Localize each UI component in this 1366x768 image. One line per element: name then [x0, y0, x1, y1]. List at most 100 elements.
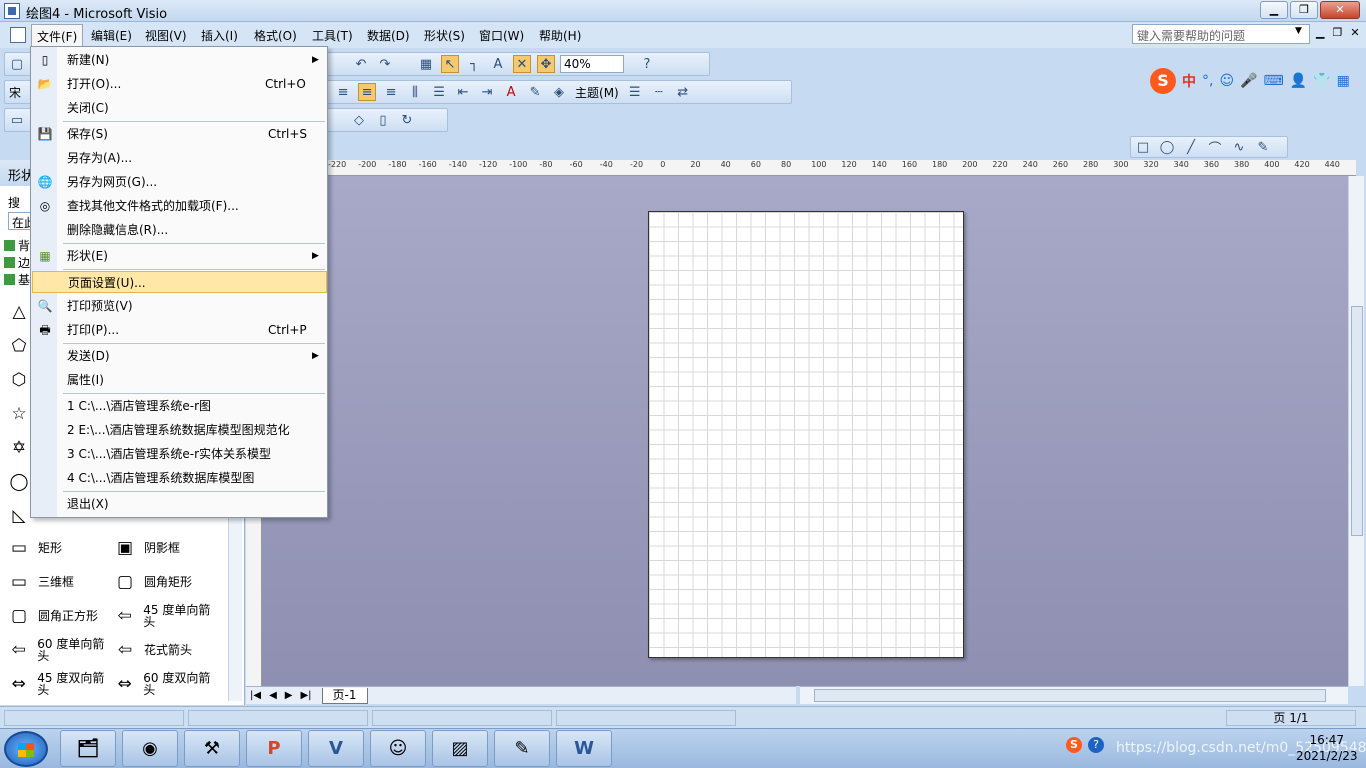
menu-view[interactable]: 视图(V) [145, 27, 187, 44]
doc-restore-button[interactable]: ❐ [1332, 26, 1342, 39]
emoji-icon[interactable]: ☺ [1219, 73, 1234, 89]
shape-item[interactable]: ⇦ 花式箭头 [112, 634, 220, 666]
line-color-icon[interactable]: ✎ [526, 83, 544, 101]
punctuation-icon[interactable]: °, [1202, 73, 1213, 89]
shape-item[interactable]: ⇔ 45 度双向箭头 [6, 668, 114, 700]
menu-item-print[interactable]: 🖶 打印(P)... Ctrl+P [32, 319, 327, 341]
menu-item-remove-hidden[interactable]: 删除隐藏信息(R)... [32, 219, 327, 241]
align-left-icon[interactable]: ≡ [334, 83, 352, 101]
rectangle-tool-icon[interactable]: □ [1134, 138, 1152, 156]
notes-icon[interactable]: ✎ [494, 730, 550, 767]
microphone-icon[interactable]: 🎤 [1240, 73, 1257, 89]
arc-tool-icon[interactable]: ⌒ [1206, 138, 1224, 157]
zoom-dropdown[interactable]: 40% [560, 55, 624, 73]
new-icon[interactable]: ▢ [8, 55, 26, 73]
document-icon[interactable] [10, 27, 26, 43]
word-icon[interactable]: W [556, 730, 612, 767]
menu-item-recent-file[interactable]: 3 C:\...\酒店管理系统e-r实体关系模型 [32, 443, 327, 465]
font-name-box[interactable]: 宋 [9, 84, 21, 101]
menu-item-close[interactable]: 关闭(C) [32, 97, 327, 119]
chinese-mode-icon[interactable]: 中 [1182, 71, 1196, 91]
menu-item-recent-file[interactable]: 2 E:\...\酒店管理系统数据库模型图规范化 [32, 419, 327, 441]
visio-app-icon[interactable] [4, 3, 20, 19]
menu-tools[interactable]: 工具(T) [312, 27, 353, 44]
user-icon[interactable]: 👤 [1290, 73, 1307, 89]
connector-tool-icon[interactable]: ┐ [465, 55, 483, 73]
fill-color-icon[interactable]: ◈ [550, 83, 568, 101]
menu-format[interactable]: 格式(O) [254, 27, 297, 44]
menu-item-exit[interactable]: 退出(X) [32, 493, 327, 515]
user-icon[interactable]: ☺ [370, 730, 426, 767]
shape-item[interactable]: ▭ 矩形 [6, 532, 114, 564]
first-page-icon[interactable]: |◀ [250, 690, 261, 701]
menu-window[interactable]: 窗口(W) [479, 27, 524, 44]
shape-item[interactable]: ▢ 圆角矩形 [112, 566, 220, 598]
menu-insert[interactable]: 插入(I) [201, 27, 238, 44]
shape-item[interactable]: ⇔ 60 度双向箭头 [112, 668, 220, 700]
blank-shape-icon[interactable]: ▭ [8, 111, 26, 129]
pencil-tool-icon[interactable]: ✎ [1254, 138, 1272, 156]
menu-item-save-web[interactable]: 🌐 另存为网页(G)... [32, 171, 327, 193]
menu-item-print-preview[interactable]: 🔍 打印预览(V) [32, 295, 327, 317]
tools-icon[interactable]: ⚒ [184, 730, 240, 767]
drawing-page[interactable] [648, 211, 964, 658]
font-color-icon[interactable]: A [502, 83, 520, 101]
chevron-down-icon[interactable]: ▼ [1295, 26, 1302, 36]
help-icon[interactable]: ? [638, 55, 656, 73]
layer-icon[interactable]: ◇ [350, 111, 368, 129]
freeform-tool-icon[interactable]: ∿ [1230, 138, 1248, 156]
shape-item[interactable]: ▭ 三维框 [6, 566, 114, 598]
shape-item[interactable]: ⇦ 45 度单向箭头 [112, 600, 220, 632]
menu-item-properties[interactable]: 属性(I) [32, 369, 327, 391]
shape-item[interactable]: ▢ 圆角正方形 [6, 600, 114, 632]
menu-help[interactable]: 帮助(H) [539, 27, 581, 44]
align-right-icon[interactable]: ≡ [382, 83, 400, 101]
horizontal-scrollbar[interactable] [800, 686, 1348, 704]
prev-page-icon[interactable]: ◀ [269, 690, 277, 701]
menu-file[interactable]: 文件(F) [31, 24, 84, 46]
line-tool-icon[interactable]: ╱ [1182, 138, 1200, 156]
menu-data[interactable]: 数据(D) [367, 27, 410, 44]
menu-item-save-as[interactable]: 另存为(A)... [32, 147, 327, 169]
line-ends-icon[interactable]: ⇄ [674, 83, 692, 101]
doc-minimize-button[interactable]: ▁ [1316, 26, 1324, 39]
next-page-icon[interactable]: ▶ [285, 690, 293, 701]
stencil-item[interactable]: 基 [4, 272, 30, 289]
minimize-button[interactable]: ▁ [1260, 1, 1288, 19]
decrease-indent-icon[interactable]: ⇤ [454, 83, 472, 101]
menu-item-save[interactable]: 💾 保存(S) Ctrl+S [32, 123, 327, 145]
menu-item-recent-file[interactable]: 1 C:\...\酒店管理系统e-r图 [32, 395, 327, 417]
vertical-scrollbar[interactable] [1348, 176, 1364, 686]
bullets-icon[interactable]: ☰ [430, 83, 448, 101]
last-page-icon[interactable]: ▶| [300, 690, 311, 701]
visio-icon[interactable]: V [308, 730, 364, 767]
system-clock[interactable]: 16:47 2021/2/23 [1296, 732, 1358, 764]
vertical-align-icon[interactable]: ⫼ [406, 83, 424, 101]
text-tool-icon[interactable]: A [489, 55, 507, 73]
pan-zoom-icon[interactable]: ✥ [537, 55, 555, 73]
doc-close-button[interactable]: ✕ [1350, 26, 1359, 39]
page-tab[interactable]: 页-1 [321, 687, 368, 704]
undo-icon[interactable]: ↶ [352, 55, 370, 73]
explorer-icon[interactable]: 🗂 [60, 730, 116, 767]
menu-item-send[interactable]: 发送(D) ▶ [32, 345, 327, 367]
connection-point-icon[interactable]: ✕ [513, 55, 531, 73]
restore-button[interactable]: ❐ [1290, 1, 1318, 19]
chrome-icon[interactable]: ◉ [122, 730, 178, 767]
close-button[interactable]: ✕ [1320, 1, 1360, 19]
pointer-tool-icon[interactable]: ↖ [441, 55, 459, 73]
menu-item-find-addins[interactable]: ◎ 查找其他文件格式的加载项(F)... [32, 195, 327, 217]
stencil-item[interactable]: 背 [4, 238, 30, 255]
help-search-input[interactable]: 键入需要帮助的问题 [1132, 24, 1310, 44]
menu-item-new[interactable]: ▯ 新建(N) ▶ [32, 49, 327, 71]
line-weight-icon[interactable]: ☰ [626, 83, 644, 101]
align-center-icon[interactable]: ≡ [358, 83, 377, 101]
scrollbar-thumb[interactable] [1351, 306, 1363, 536]
grid-menu-icon[interactable]: ▦ [1337, 73, 1350, 89]
theme-button[interactable]: 主题(M) [575, 84, 619, 101]
skin-icon[interactable]: 👕 [1313, 73, 1330, 89]
menu-item-open[interactable]: 📂 打开(O)... Ctrl+O [32, 73, 327, 95]
shape-item[interactable]: ⇦ 60 度单向箭头 [6, 634, 114, 666]
line-pattern-icon[interactable]: ┄ [650, 83, 668, 101]
shape-item[interactable]: ▣ 阴影框 [112, 532, 220, 564]
